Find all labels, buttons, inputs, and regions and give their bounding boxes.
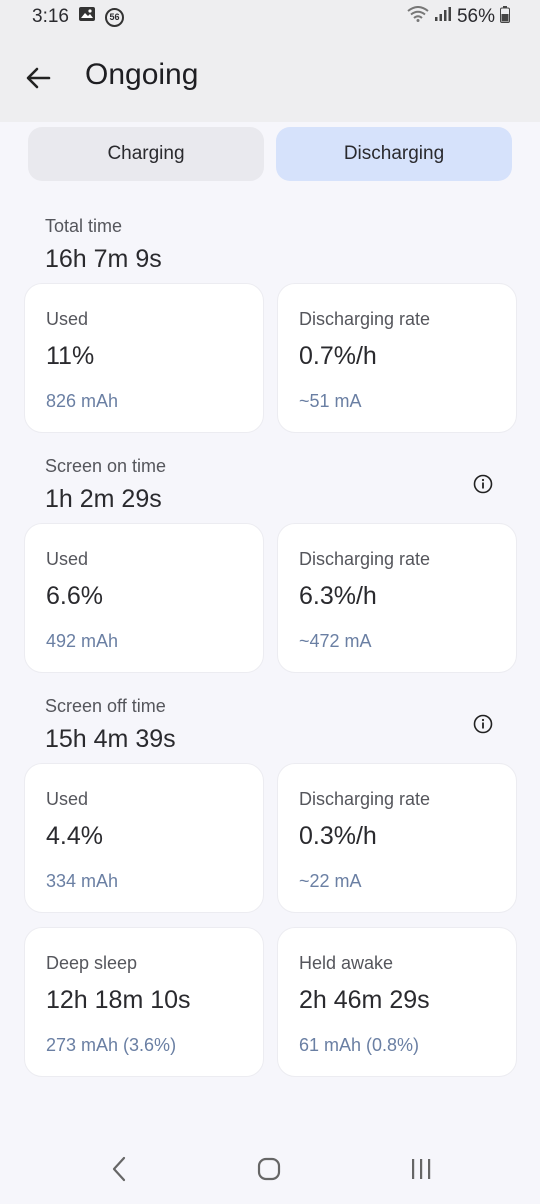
discharging-tab[interactable]: Discharging	[276, 127, 512, 181]
screen-off-rate-ma: ~22 mA	[299, 871, 362, 891]
screen-off-value: 15h 4m 39s	[45, 725, 176, 753]
total-rate-value: 0.7%/h	[299, 342, 377, 370]
gallery-icon	[78, 6, 96, 28]
total-used-label: Used	[46, 309, 89, 329]
nav-recents-icon	[412, 1159, 431, 1179]
total-used-card: Used 11% 826 mAh	[24, 283, 264, 433]
screen-on-rate-label: Discharging rate	[299, 549, 431, 569]
notification-badge: 56	[104, 7, 124, 27]
battery-icon	[500, 5, 510, 29]
info-icon[interactable]	[473, 474, 493, 494]
held-awake-sub: 61 mAh (0.8%)	[299, 1035, 420, 1055]
nav-home-button[interactable]	[249, 1154, 289, 1184]
screen-on-value: 1h 2m 29s	[45, 485, 162, 513]
screen-off-used-mah: 334 mAh	[46, 871, 119, 891]
screen-off-used-card: Used 4.4% 334 mAh	[24, 763, 264, 913]
nav-home-icon	[257, 1157, 281, 1181]
screen-on-rate-card: Discharging rate 6.3%/h ~472 mA	[277, 523, 517, 673]
screen-on-used-card: Used 6.6% 492 mAh	[24, 523, 264, 673]
mode-toggle: Charging Discharging	[28, 127, 512, 181]
screen-on-rate-value: 6.3%/h	[299, 582, 377, 610]
deep-sleep-card: Deep sleep 12h 18m 10s 273 mAh (3.6%)	[24, 927, 264, 1077]
back-arrow-icon	[26, 67, 51, 89]
signal-icon	[434, 6, 452, 28]
system-nav-bar	[0, 1140, 540, 1204]
screen-off-used-label: Used	[46, 789, 89, 809]
total-time-label: Total time	[45, 216, 123, 236]
held-awake-card: Held awake 2h 46m 29s 61 mAh (0.8%)	[277, 927, 517, 1077]
total-used-value: 11%	[46, 342, 95, 370]
screen-on-rate-ma: ~472 mA	[299, 631, 372, 651]
screen-on-used-mah: 492 mAh	[46, 631, 119, 651]
deep-sleep-value: 12h 18m 10s	[46, 986, 191, 1014]
nav-back-icon	[112, 1156, 126, 1182]
nav-back-button[interactable]	[99, 1154, 139, 1184]
back-button[interactable]	[22, 62, 54, 94]
held-awake-value: 2h 46m 29s	[299, 986, 430, 1014]
wifi-icon	[407, 6, 429, 28]
held-awake-label: Held awake	[299, 953, 394, 973]
screen-on-label: Screen on time	[45, 456, 167, 476]
screen-on-used-value: 6.6%	[46, 582, 103, 610]
deep-sleep-label: Deep sleep	[46, 953, 138, 973]
nav-recents-button[interactable]	[401, 1154, 441, 1184]
app-bar: Ongoing	[0, 34, 540, 122]
total-rate-ma: ~51 mA	[299, 391, 362, 411]
page-title: Ongoing	[85, 58, 199, 91]
screen-off-rate-card: Discharging rate 0.3%/h ~22 mA	[277, 763, 517, 913]
screen-off-used-value: 4.4%	[46, 822, 103, 850]
status-time: 3:16	[32, 6, 69, 27]
total-time-value: 16h 7m 9s	[45, 245, 162, 273]
deep-sleep-sub: 273 mAh (3.6%)	[46, 1035, 177, 1055]
total-used-mah: 826 mAh	[46, 391, 119, 411]
total-rate-card: Discharging rate 0.7%/h ~51 mA	[277, 283, 517, 433]
total-rate-label: Discharging rate	[299, 309, 431, 329]
battery-percent: 56%	[456, 6, 495, 27]
charging-tab[interactable]: Charging	[28, 127, 264, 181]
screen-on-used-label: Used	[46, 549, 89, 569]
screen-off-rate-value: 0.3%/h	[299, 822, 377, 850]
screen-off-label: Screen off time	[45, 696, 166, 716]
status-bar: 3:16 56 56%	[0, 0, 540, 34]
screen-off-rate-label: Discharging rate	[299, 789, 431, 809]
info-icon[interactable]	[473, 714, 493, 734]
